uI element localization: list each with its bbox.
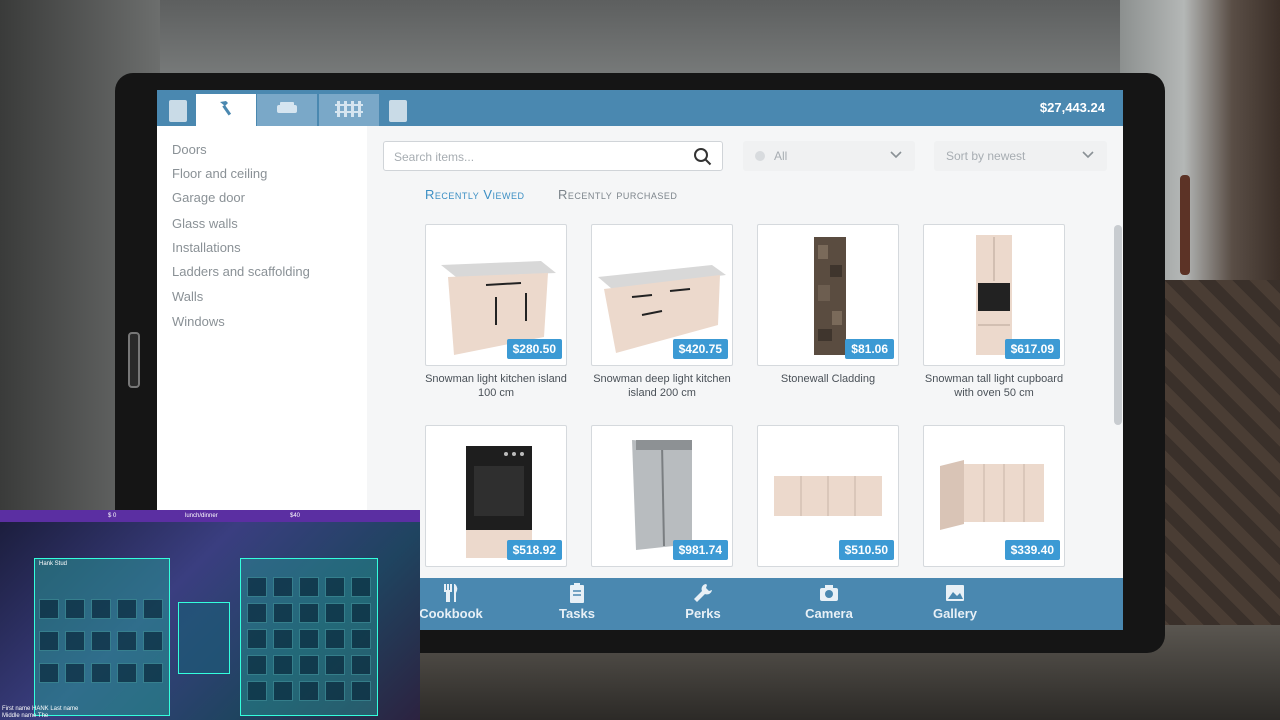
price-badge: $280.50: [506, 339, 562, 359]
clipboard-icon: [570, 583, 584, 603]
price-badge: $420.75: [672, 339, 728, 359]
nav-label: Camera: [805, 606, 853, 621]
chevron-down-icon: [1081, 148, 1095, 165]
overlay-action-panel: [178, 602, 230, 674]
product-card[interactable]: $280.50: [425, 224, 567, 366]
fence-icon: [335, 99, 363, 122]
nav-label: Perks: [685, 606, 721, 621]
product-card[interactable]: $981.74: [591, 425, 733, 567]
money-balance: $27,443.24: [1039, 100, 1105, 115]
overlay-top-bar: $ 0 lunch/dinner $40: [0, 510, 420, 522]
tab-furniture[interactable]: [257, 94, 317, 126]
nav-gallery[interactable]: Gallery: [905, 582, 1005, 621]
nav-tasks[interactable]: Tasks: [527, 582, 627, 621]
overlay-grid-panel: [240, 558, 378, 716]
nav-label: Cookbook: [419, 606, 483, 621]
overlay-inventory-panel: Hank Stud: [34, 558, 170, 716]
filter-dot-icon: [755, 151, 765, 161]
product-card[interactable]: $81.06: [757, 224, 899, 366]
price-badge: $339.40: [1004, 540, 1060, 560]
camera-icon: [820, 585, 838, 601]
tab-recently-viewed[interactable]: Recently Viewed: [425, 187, 525, 202]
category-glass-walls[interactable]: Glass walls: [172, 216, 238, 231]
shop-topbar: $27,443.24: [157, 90, 1123, 126]
nav-camera[interactable]: Camera: [779, 582, 879, 621]
price-badge: $981.74: [672, 540, 728, 560]
overlay-panel-title: Hank Stud: [39, 561, 68, 567]
overlay-money: $ 0: [108, 513, 117, 519]
product-name: Snowman tall light cupboard with oven 50…: [924, 373, 1064, 399]
overlay-meal: lunch/dinner: [185, 513, 218, 519]
tab-scroll-left[interactable]: [169, 100, 187, 122]
utensils-icon: [444, 584, 458, 602]
overlay-footer-line2: Middle name The: [2, 713, 49, 719]
chevron-down-icon: [889, 148, 903, 165]
overlay-price: $40: [290, 513, 301, 519]
sort-value: Sort by newest: [946, 149, 1026, 163]
category-doors[interactable]: Doors: [172, 142, 207, 157]
shop-content: Search items... All Sort by newest Recen…: [367, 126, 1123, 578]
category-walls[interactable]: Walls: [172, 289, 203, 304]
cabinet-handle: [1180, 175, 1190, 275]
tab-construction[interactable]: [196, 94, 256, 126]
tablet-home-button[interactable]: [128, 332, 140, 388]
product-name: Snowman deep light kitchen island 200 cm: [593, 373, 731, 399]
product-name: Snowman light kitchen island 100 cm: [425, 373, 567, 399]
price-badge: $617.09: [1004, 339, 1060, 359]
sofa-icon: [275, 100, 299, 121]
wrench-icon: [694, 584, 712, 602]
price-badge: $518.92: [506, 540, 562, 560]
sort-dropdown[interactable]: Sort by newest: [934, 141, 1107, 171]
product-card[interactable]: $510.50: [757, 425, 899, 567]
nav-label: Gallery: [932, 606, 978, 621]
overlay-footer-line1: First name HANK Last name: [2, 706, 79, 712]
category-floor-and-ceiling[interactable]: Floor and ceiling: [172, 166, 267, 181]
nav-label: Tasks: [559, 606, 595, 621]
tab-recently-purchased[interactable]: Recently purchased: [558, 187, 677, 202]
category-windows[interactable]: Windows: [172, 314, 225, 329]
product-card[interactable]: $420.75: [591, 224, 733, 366]
price-badge: $81.06: [845, 339, 894, 359]
filter-dropdown[interactable]: All: [743, 141, 915, 171]
tab-scroll-right[interactable]: [389, 100, 407, 122]
search-placeholder: Search items...: [394, 150, 475, 164]
category-installations[interactable]: Installations: [172, 240, 241, 255]
product-card[interactable]: $617.09: [923, 224, 1065, 366]
product-name: Stonewall Cladding: [780, 373, 876, 385]
product-card[interactable]: $339.40: [923, 425, 1065, 567]
product-card[interactable]: $518.92: [425, 425, 567, 567]
search-input[interactable]: Search items...: [383, 141, 723, 171]
content-scrollbar[interactable]: [1114, 225, 1122, 425]
image-icon: [946, 585, 964, 601]
filter-value: All: [774, 149, 788, 163]
search-icon[interactable]: [693, 147, 712, 171]
category-garage-door[interactable]: Garage door: [172, 190, 245, 205]
price-badge: $510.50: [838, 540, 894, 560]
hammer-icon: [216, 98, 236, 123]
stream-overlay: $ 0 lunch/dinner $40 Hank Stud First nam…: [0, 510, 420, 720]
category-ladders-and-scaffolding[interactable]: Ladders and scaffolding: [172, 264, 310, 279]
nav-perks[interactable]: Perks: [653, 582, 753, 621]
tab-garden[interactable]: [319, 94, 379, 126]
